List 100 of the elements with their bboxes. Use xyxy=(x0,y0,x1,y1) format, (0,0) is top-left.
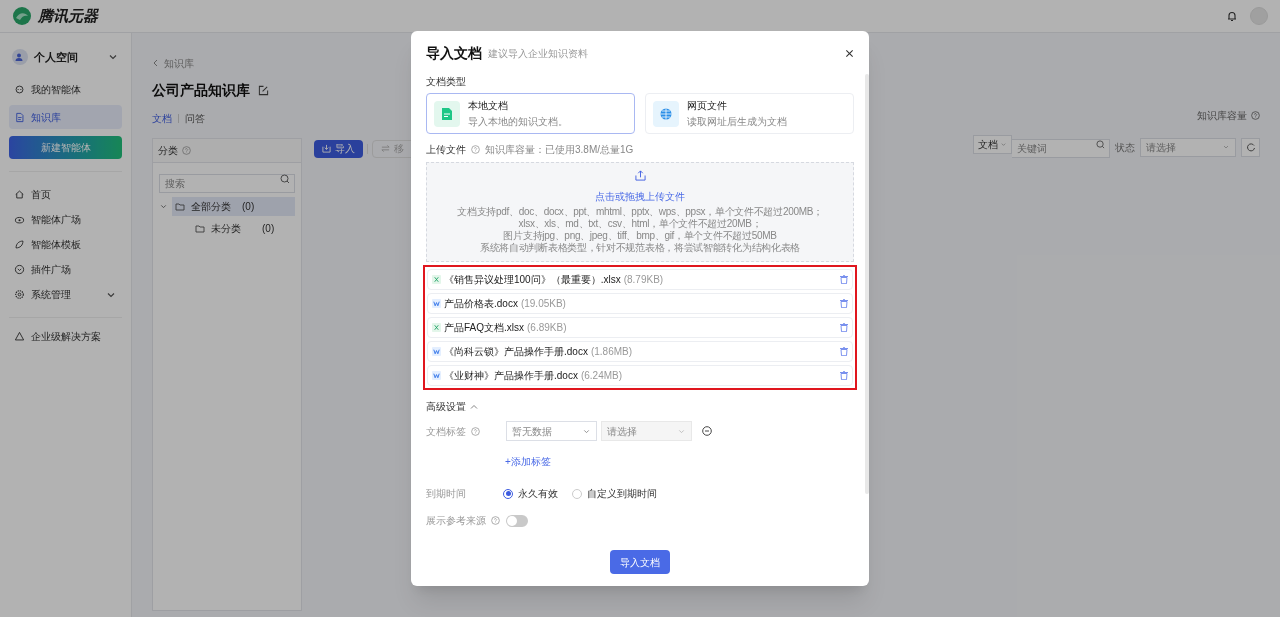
file-name: 产品FAQ文档.xlsx xyxy=(444,321,524,335)
help-icon xyxy=(182,146,191,155)
tab[interactable]: 问答 xyxy=(185,111,205,126)
status-select[interactable]: 请选择 xyxy=(1140,137,1236,157)
word-document-icon xyxy=(432,347,441,356)
section-label: 上传文件 xyxy=(426,143,466,157)
refresh-button[interactable] xyxy=(1241,137,1260,157)
spreadsheet-icon xyxy=(432,275,441,284)
space-selector[interactable]: 个人空间 xyxy=(9,45,122,69)
trash-icon[interactable] xyxy=(840,299,848,308)
sidebar-item[interactable]: 智能体模板 xyxy=(9,234,122,255)
chevron-down-icon xyxy=(1222,143,1230,151)
swap-arrows-icon xyxy=(381,144,390,153)
capacity-label: 知识库容量 xyxy=(1197,109,1247,123)
upload-icon xyxy=(634,170,646,181)
triangle-icon xyxy=(14,331,25,342)
dialog-title: 导入文档 xyxy=(426,44,482,63)
trash-icon[interactable] xyxy=(840,347,848,356)
sidebar-item[interactable]: 系统管理 xyxy=(9,284,122,305)
search-field[interactable]: 搜索 xyxy=(159,174,295,193)
sidebar-item-label: 系统管理 xyxy=(31,288,71,302)
gear-icon xyxy=(14,289,25,300)
tab[interactable]: 文档 xyxy=(152,111,172,126)
trash-icon[interactable] xyxy=(840,371,848,380)
file-name: 《尚科云锁》产品操作手册.docx xyxy=(444,345,588,359)
import-icon xyxy=(322,144,331,153)
sidebar-item[interactable]: 首页 xyxy=(9,184,122,205)
tree-item[interactable]: 全部分类 (0) xyxy=(172,197,295,216)
file-size: (8.79KB) xyxy=(623,273,664,287)
scrollbar[interactable] xyxy=(865,74,869,494)
file-size: (19.05KB) xyxy=(520,297,566,311)
chevron-down-icon xyxy=(1000,141,1007,148)
type-select[interactable]: 文档 xyxy=(973,135,1012,154)
file-size: (6.89KB) xyxy=(527,321,567,335)
radio-label: 永久有效 xyxy=(518,487,558,501)
toggle-switch[interactable] xyxy=(506,514,528,527)
chevron-down-icon xyxy=(159,202,168,211)
help-icon xyxy=(491,516,500,525)
keyword-field[interactable]: 关键词 xyxy=(1012,139,1110,158)
tree-item[interactable]: 未分类 (0) xyxy=(192,219,295,238)
page-title: 公司产品知识库 xyxy=(152,81,250,100)
tree-item-label: 全部分类 xyxy=(191,200,232,214)
file-name: 《销售异议处理100问》（最重要）.xlsx xyxy=(444,273,621,287)
trash-icon[interactable] xyxy=(840,275,848,284)
tree-item-count: (0) xyxy=(262,222,275,236)
trash-icon[interactable] xyxy=(840,323,848,332)
refresh-icon xyxy=(1245,142,1256,152)
doc-type-card[interactable]: 网页文件 读取网址后生成为文档 xyxy=(645,93,854,134)
chevron-left-icon xyxy=(152,59,160,67)
sidebar-item[interactable]: 企业级解决方案 xyxy=(9,326,122,347)
robot-icon xyxy=(14,83,25,95)
bell-icon[interactable] xyxy=(1226,10,1238,22)
sidebar-item-label: 插件广场 xyxy=(31,263,71,277)
tag-select[interactable]: 暂无数据 xyxy=(506,421,597,441)
word-document-icon xyxy=(432,371,441,380)
logo-icon xyxy=(12,6,32,26)
sidebar-item-label: 智能体模板 xyxy=(31,238,81,252)
add-tag-link[interactable]: +添加标签 xyxy=(505,456,551,467)
doc-type-card[interactable]: 本地文档 导入本地的知识文档。 xyxy=(426,93,635,134)
upload-dropzone[interactable]: 点击或拖拽上传文件 文档支持pdf、doc、docx、ppt、mhtml、pptx、wps、ppsx，单个文件不超过200MB； xlsx、xls、md、txt、csv、html，单个文件不超过20MB； 图片支持jpg、png、jpeg、tiff、bmp、gif，单个文件不超过50MB 系统将自动判断表格类型，针对不规范表格，将尝试智能转化为结构化表格 xyxy=(426,162,854,262)
edit-icon[interactable] xyxy=(258,85,269,96)
brand-name: 腾讯元器 xyxy=(38,5,98,26)
word-document-icon xyxy=(432,299,441,308)
field-label: 到期时间 xyxy=(426,487,467,501)
import-button[interactable]: 导入 xyxy=(314,139,363,158)
section-label: 高级设置 xyxy=(426,400,466,414)
file-size: (1.86MB) xyxy=(590,345,633,359)
radio-option[interactable]: 永久有效 xyxy=(503,486,558,501)
help-icon xyxy=(471,426,480,436)
help-icon xyxy=(1251,111,1260,120)
globe-icon xyxy=(653,100,679,127)
section-label: 文档类型 xyxy=(426,75,467,89)
sidebar-item[interactable]: 智能体广场 xyxy=(9,209,122,230)
search-icon xyxy=(1096,140,1105,149)
file-name: 产品价格表.docx xyxy=(444,297,518,311)
status-label: 状态 xyxy=(1115,140,1135,155)
folder-icon xyxy=(175,201,185,212)
card-title: 网页文件 xyxy=(687,99,728,113)
tree-item-label: 未分类 xyxy=(211,222,242,236)
close-icon[interactable] xyxy=(845,49,854,58)
upload-hint: 系统将自动判断表格类型，针对不规范表格，将尝试智能转化为结构化表格 xyxy=(479,242,801,254)
chevron-up-icon[interactable] xyxy=(470,402,478,411)
file-name: 《业财神》产品操作手册.docx xyxy=(444,369,578,383)
field-label: 文档标签 xyxy=(426,424,466,439)
tag-value-select[interactable]: 请选择 xyxy=(601,421,692,441)
leaf-icon xyxy=(14,239,25,250)
sidebar-item-label: 首页 xyxy=(31,188,51,202)
import-documents-button[interactable]: 导入文档 xyxy=(610,550,670,574)
upload-hint: xlsx、xls、md、txt、csv、html，单个文件不超过20MB； xyxy=(518,218,762,230)
upload-link[interactable]: 点击或拖拽上传文件 xyxy=(595,189,685,204)
sidebar-item[interactable]: 插件广场 xyxy=(9,259,122,280)
home-icon xyxy=(14,189,25,200)
folder-icon xyxy=(195,223,205,234)
remove-icon[interactable] xyxy=(702,426,712,436)
card-description: 导入本地的知识文档。 xyxy=(468,115,568,129)
sidebar-item-label: 智能体广场 xyxy=(31,213,81,227)
sidebar-item[interactable]: 知识库 xyxy=(9,105,122,129)
sidebar-item[interactable]: 我的智能体 xyxy=(9,77,122,101)
radio-option[interactable]: 自定义到期时间 xyxy=(572,486,657,501)
tree-item-count: (0) xyxy=(242,200,255,214)
